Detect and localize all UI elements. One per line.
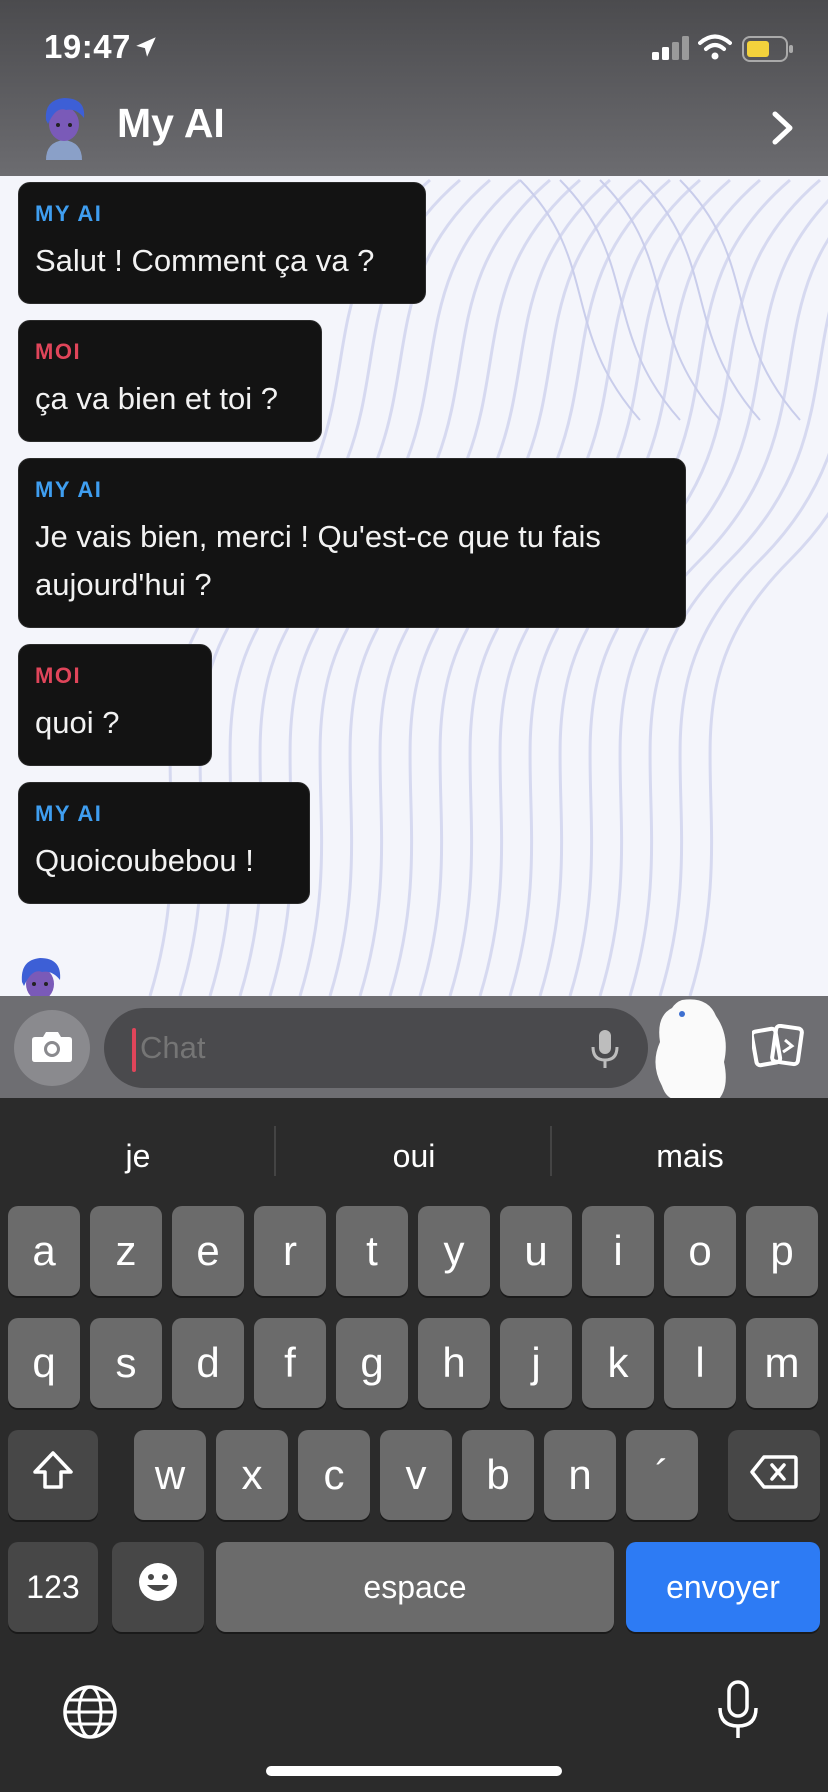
- send-key[interactable]: envoyer: [626, 1542, 820, 1632]
- globe-icon[interactable]: [62, 1684, 118, 1745]
- wifi-icon: [698, 34, 732, 65]
- key-y[interactable]: y: [418, 1206, 490, 1296]
- camera-button[interactable]: [14, 1010, 90, 1086]
- sticker-scribble[interactable]: [650, 994, 732, 1115]
- key-a[interactable]: a: [8, 1206, 80, 1296]
- key-o[interactable]: o: [664, 1206, 736, 1296]
- key-u[interactable]: u: [500, 1206, 572, 1296]
- suggestion-word[interactable]: je: [2, 1128, 274, 1184]
- message-sender: MOI: [35, 339, 82, 364]
- microphone-icon[interactable]: [590, 1028, 620, 1075]
- chat-input-field[interactable]: [104, 1008, 648, 1088]
- message-bubble[interactable]: MY AI Salut ! Comment ça va ?: [18, 182, 426, 304]
- microphone-icon[interactable]: [716, 1680, 760, 1747]
- key-h[interactable]: h: [418, 1318, 490, 1408]
- camera-icon: [31, 1029, 73, 1068]
- key-p[interactable]: p: [746, 1206, 818, 1296]
- shift-icon: [31, 1450, 75, 1500]
- signal-icon: [652, 36, 690, 65]
- message-bubble[interactable]: MY AI Je vais bien, merci ! Qu'est-ce qu…: [18, 458, 686, 628]
- chat-input[interactable]: [140, 1028, 560, 1068]
- message-sender: MY AI: [35, 201, 103, 226]
- emoji-icon: [137, 1561, 179, 1613]
- battery-icon: [742, 36, 794, 67]
- divider: [550, 1126, 552, 1176]
- cards-icon[interactable]: [749, 1023, 804, 1073]
- status-time: 19:47: [44, 28, 131, 65]
- text-caret: [132, 1028, 136, 1072]
- emoji-key[interactable]: [112, 1542, 204, 1632]
- avatar[interactable]: [36, 94, 92, 160]
- suggestion-word[interactable]: oui: [278, 1128, 550, 1184]
- message-sender: MY AI: [35, 477, 103, 502]
- space-key[interactable]: espace: [216, 1542, 614, 1632]
- key-t[interactable]: t: [336, 1206, 408, 1296]
- key-s[interactable]: s: [90, 1318, 162, 1408]
- keyboard: je oui mais a z e r t y u i o p q s d f …: [0, 1098, 828, 1792]
- message-text: Je vais bien, merci ! Qu'est-ce que tu f…: [35, 519, 601, 602]
- key-accent[interactable]: ´: [626, 1430, 698, 1520]
- key-k[interactable]: k: [582, 1318, 654, 1408]
- key-f[interactable]: f: [254, 1318, 326, 1408]
- backspace-key[interactable]: [728, 1430, 820, 1520]
- key-v[interactable]: v: [380, 1430, 452, 1520]
- suggestion-word[interactable]: mais: [554, 1128, 826, 1184]
- numbers-key[interactable]: 123: [8, 1542, 98, 1632]
- divider: [274, 1126, 276, 1176]
- message-text: Salut ! Comment ça va ?: [35, 243, 375, 278]
- message-sender: MY AI: [35, 801, 103, 826]
- key-x[interactable]: x: [216, 1430, 288, 1520]
- key-w[interactable]: w: [134, 1430, 206, 1520]
- key-e[interactable]: e: [172, 1206, 244, 1296]
- home-indicator: [266, 1766, 562, 1776]
- key-q[interactable]: q: [8, 1318, 80, 1408]
- backspace-icon: [750, 1451, 798, 1499]
- key-l[interactable]: l: [664, 1318, 736, 1408]
- key-c[interactable]: c: [298, 1430, 370, 1520]
- message-bubble[interactable]: MY AI Quoicoubebou !: [18, 782, 310, 904]
- key-i[interactable]: i: [582, 1206, 654, 1296]
- message-text: ça va bien et toi ?: [35, 381, 278, 416]
- key-n[interactable]: n: [544, 1430, 616, 1520]
- location-arrow-icon: [133, 34, 159, 65]
- key-m[interactable]: m: [746, 1318, 818, 1408]
- avatar: [16, 952, 68, 996]
- key-r[interactable]: r: [254, 1206, 326, 1296]
- message-text: Quoicoubebou !: [35, 843, 254, 878]
- message-bubble[interactable]: MOI quoi ?: [18, 644, 212, 766]
- shift-key[interactable]: [8, 1430, 98, 1520]
- message-bubble[interactable]: MOI ça va bien et toi ?: [18, 320, 322, 442]
- key-d[interactable]: d: [172, 1318, 244, 1408]
- key-b[interactable]: b: [462, 1430, 534, 1520]
- message-text: quoi ?: [35, 705, 120, 740]
- key-z[interactable]: z: [90, 1206, 162, 1296]
- key-g[interactable]: g: [336, 1318, 408, 1408]
- chevron-right-icon[interactable]: [770, 110, 796, 151]
- key-j[interactable]: j: [500, 1318, 572, 1408]
- message-sender: MOI: [35, 663, 82, 688]
- page-title[interactable]: My AI: [117, 100, 225, 147]
- chat-header: 19:47 My AI: [0, 0, 828, 176]
